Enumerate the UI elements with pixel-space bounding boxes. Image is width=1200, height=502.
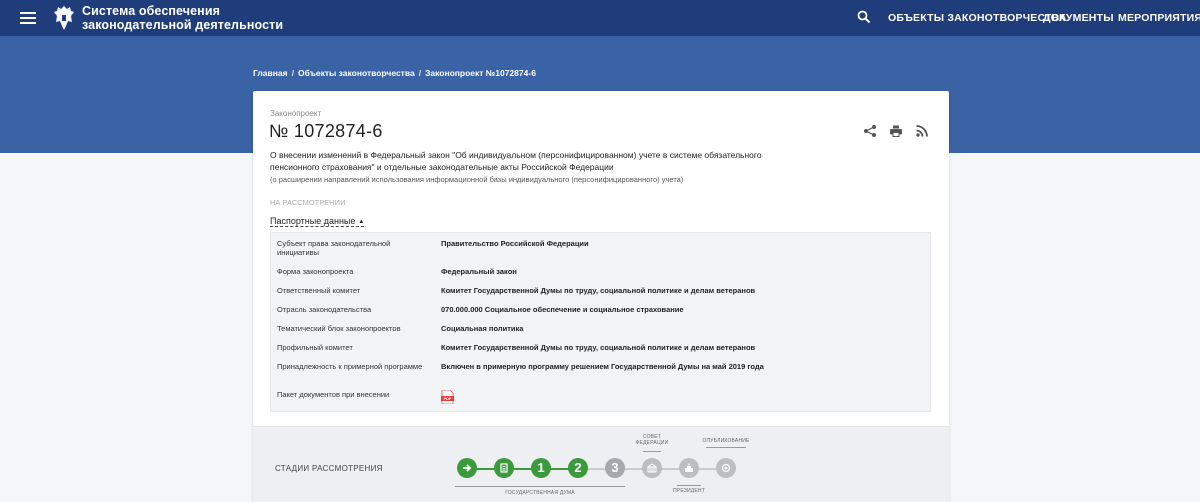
president-bracket (677, 485, 701, 486)
caption-federation-council: СОВЕТ ФЕДЕРАЦИИ (635, 434, 669, 446)
stage-federation-council[interactable] (642, 458, 662, 478)
caret-up-icon: ▲ (358, 219, 365, 225)
top-bar: Система обеспечения законодательной деят… (0, 0, 1200, 36)
site-title-line1: Система обеспечения (82, 4, 221, 18)
passport-table: Субъект права законодательной инициативы… (270, 232, 931, 412)
stages-section: СТАДИИ РАССМОТРЕНИЯ 1 2 3 СОВЕТ ФЕДЕРАЦИ… (253, 426, 949, 502)
stage-publication[interactable] (716, 458, 736, 478)
arrow-right-icon (463, 464, 472, 472)
bill-actions (863, 124, 929, 138)
stage-president[interactable] (679, 458, 699, 478)
row-value: 070.000.000 Социальное обеспечение и соц… (441, 305, 684, 314)
stage-third-reading[interactable]: 3 (605, 458, 625, 478)
row-key: Принадлежность к примерной программе (277, 362, 423, 371)
row-value: Социальная политика (441, 324, 524, 333)
print-icon[interactable] (889, 124, 903, 138)
bill-title: О внесении изменений в Федеральный закон… (270, 150, 762, 172)
svg-text:PDF: PDF (444, 396, 453, 401)
row-key: Тематический блок законопроектов (277, 324, 401, 333)
share-icon[interactable] (863, 124, 877, 138)
row-value: PDF (441, 390, 921, 406)
stage-preliminary[interactable] (494, 458, 514, 478)
bill-card: Законопроект № 1072874-6 О внесении изме… (253, 91, 949, 502)
row-value: Комитет Государственной Думы по труду, с… (441, 343, 756, 352)
row-key: Отрасль законодательства (277, 305, 372, 314)
status-label: НА РАССМОТРЕНИИ (270, 198, 346, 207)
stages-label: СТАДИИ РАССМОТРЕНИЯ (275, 464, 383, 473)
row-value: Федеральный закон (441, 267, 517, 276)
breadcrumb-separator: / (418, 68, 422, 78)
breadcrumb-separator: / (291, 68, 294, 78)
caption-president: ПРЕЗИДЕНТ (673, 488, 705, 494)
rss-icon[interactable] (915, 124, 929, 138)
federation-council-icon (647, 463, 657, 473)
publication-icon (721, 463, 731, 473)
menu-icon[interactable] (20, 12, 36, 24)
pdf-icon[interactable]: PDF (441, 390, 454, 404)
passport-toggle[interactable]: Паспортные данные ▲ (270, 216, 365, 227)
president-icon (685, 463, 693, 472)
passport-toggle-label: Паспортные данные (270, 216, 356, 226)
caption-bracket (643, 451, 661, 452)
bill-kind: Законопроект (270, 109, 322, 118)
breadcrumb-objects[interactable]: Объекты законотворчества (298, 68, 415, 78)
row-key: Форма законопроекта (277, 267, 354, 276)
caption-publication: ОПУБЛИКОВАНИЕ (702, 438, 750, 444)
site-title-line2: законодательной деятельности (82, 18, 284, 32)
stage-introduction[interactable] (457, 458, 477, 478)
nav-lawmaking-objects[interactable]: ОБЪЕКТЫ ЗАКОНОТВОРЧЕСТВА (888, 12, 1067, 24)
breadcrumb-current: Законопроект №1072874-6 (425, 68, 536, 78)
row-value: Комитет Государственной Думы по труду, с… (441, 286, 756, 295)
duma-bracket (455, 486, 625, 487)
row-key: Профильный комитет (277, 343, 353, 352)
nav-events[interactable]: МЕРОПРИЯТИЯ (1118, 12, 1200, 24)
row-key: Субъект права законодательной инициативы (277, 239, 391, 257)
bill-subtitle: (о расширении направлений использования … (270, 175, 684, 184)
caption-state-duma: ГОСУДАРСТВЕННАЯ ДУМА (505, 490, 575, 496)
row-key: Пакет документов при внесении (277, 390, 390, 399)
caption-bracket (706, 447, 746, 448)
stage-first-reading[interactable]: 1 (531, 458, 551, 478)
breadcrumb: Главная / Объекты законотворчества / Законоп… (253, 68, 536, 78)
stage-chain-done (465, 468, 575, 470)
bill-number: № 1072874-6 (269, 121, 383, 141)
search-icon[interactable] (857, 10, 871, 24)
site-title[interactable]: Система обеспечения законодательной деят… (82, 4, 283, 32)
document-icon (500, 463, 508, 473)
nav-documents[interactable]: ДОКУМЕНТЫ (1043, 12, 1114, 24)
stage-second-reading[interactable]: 2 (568, 458, 588, 478)
row-key: Ответственный комитет (277, 286, 361, 295)
coat-of-arms-icon[interactable] (52, 4, 76, 32)
row-value: Правительство Российской Федерации (441, 239, 589, 248)
row-value: Включен в примерную программу решением Г… (441, 362, 764, 371)
breadcrumb-home[interactable]: Главная (253, 68, 288, 78)
